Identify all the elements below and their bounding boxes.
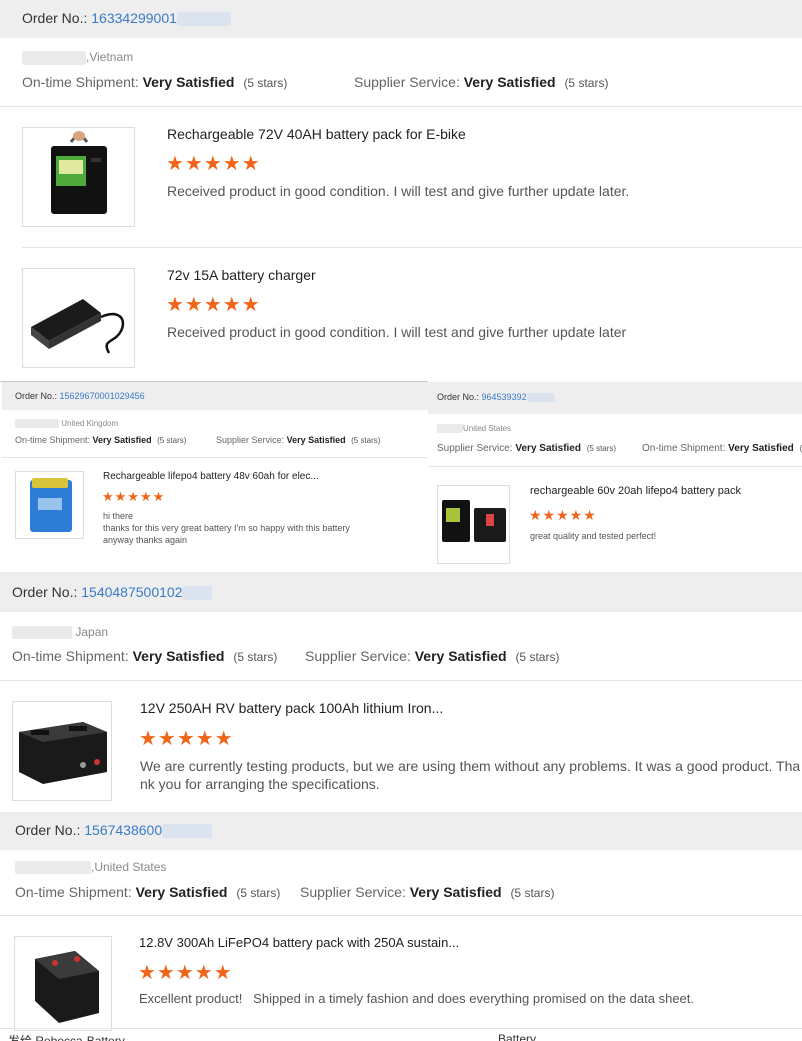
product-title[interactable]: Rechargeable lifepo4 battery 48v 60ah fo… <box>103 471 319 482</box>
order-info-5: Order No.: 1567438600 <box>15 822 213 839</box>
review-text: great quality and tested perfect! <box>530 531 657 541</box>
battery-pack-icon <box>30 478 72 532</box>
charger-icon <box>31 299 125 354</box>
redacted-name <box>15 419 59 429</box>
product-thumbnail[interactable] <box>22 268 135 368</box>
product-title[interactable]: 12V 250AH RV battery pack 100Ah lithium … <box>140 700 443 716</box>
order-label: Order No.: <box>22 10 88 26</box>
divider <box>0 1028 802 1029</box>
order-number-link[interactable]: 964539392 <box>482 392 527 402</box>
redacted-name <box>437 424 463 434</box>
battery-pack-icon <box>442 500 506 542</box>
battery-pack-icon <box>19 722 107 784</box>
product-title[interactable]: Rechargeable 72V 40AH battery pack for E… <box>167 126 466 142</box>
redacted-name <box>12 626 72 640</box>
product-title[interactable]: 72v 15A battery charger <box>167 267 316 283</box>
buyer-country: ,United States <box>15 860 166 875</box>
order-info-1: Order No.: 16334299001 <box>22 10 231 27</box>
product-thumbnail[interactable] <box>12 701 112 801</box>
buyer-country: United Kingdom <box>15 419 118 429</box>
product-thumbnail[interactable] <box>14 936 112 1031</box>
order-info-2: Order No.: 15629670001029456 <box>15 391 145 401</box>
divider <box>0 680 802 681</box>
star-rating: ★★★★★ <box>102 489 166 504</box>
redacted-name <box>22 50 86 65</box>
star-rating: ★★★★★ <box>529 507 597 523</box>
buyer-country: United States <box>437 424 511 434</box>
rating-row-3: Supplier Service: Very Satisfied (5 star… <box>437 443 617 454</box>
review-text: hi there thanks for this very great batt… <box>103 511 350 545</box>
service-row-2: Supplier Service: Very Satisfied (5 star… <box>216 435 381 445</box>
product-title[interactable]: 12.8V 300Ah LiFePO4 battery pack with 25… <box>139 935 459 950</box>
star-rating: ★★★★★ <box>138 962 233 984</box>
star-rating: ★★★★★ <box>139 728 234 750</box>
service-row-4: Supplier Service: Very Satisfied (5 star… <box>305 648 560 664</box>
product-thumbnail[interactable] <box>437 485 510 564</box>
rating-row-2: On-time Shipment: Very Satisfied (5 star… <box>15 435 187 445</box>
star-rating: ★★★★★ <box>166 153 261 175</box>
product-thumbnail[interactable] <box>15 471 84 539</box>
redacted-block <box>182 586 213 601</box>
order-info-4: Order No.: 1540487500102 <box>12 584 213 601</box>
product-thumbnail[interactable] <box>22 127 135 227</box>
divider <box>2 457 428 458</box>
divider <box>428 466 802 467</box>
review-text: Received product in good condition. I wi… <box>167 183 630 199</box>
redacted-block <box>526 393 555 403</box>
redacted-name <box>15 861 91 875</box>
order-number-link[interactable]: 1567438600 <box>84 822 162 838</box>
redacted-block <box>176 12 231 27</box>
review-text: Received product in good condition. I wi… <box>167 324 627 340</box>
order-number-link[interactable]: 15629670001029456 <box>60 391 145 401</box>
buyer-country: Japan <box>12 625 108 640</box>
divider <box>0 915 802 916</box>
redacted-block <box>162 824 213 839</box>
order-number-link[interactable]: 16334299001 <box>91 10 177 26</box>
review-text: We are currently testing products, but w… <box>140 758 801 792</box>
service-row-5: Supplier Service: Very Satisfied (5 star… <box>300 884 555 900</box>
star-rating: ★★★★★ <box>166 294 261 316</box>
review-text: Excellent product! Shipped in a timely f… <box>139 991 695 1006</box>
order-info-3: Order No.: 964539392 <box>437 392 555 403</box>
rating-row-4: On-time Shipment: Very Satisfied (5 star… <box>12 648 278 664</box>
divider <box>22 247 802 248</box>
footer-battery-label: Battery <box>498 1032 537 1041</box>
service-row-3: On-time Shipment: Very Satisfied (5 <box>642 443 802 454</box>
footer-send-label: 发给 Rebecca-Battery <box>8 1034 125 1041</box>
buyer-country: ,Vietnam <box>22 50 133 65</box>
service-row-1: Supplier Service: Very Satisfied (5 star… <box>354 74 609 90</box>
order-number-link[interactable]: 1540487500102 <box>81 584 182 600</box>
divider <box>0 106 802 107</box>
battery-pack-icon <box>35 951 99 1023</box>
product-title[interactable]: rechargeable 60v 20ah lifepo4 battery pa… <box>530 485 741 497</box>
battery-pack-icon <box>51 131 107 214</box>
rating-row-5: On-time Shipment: Very Satisfied (5 star… <box>15 884 281 900</box>
rating-row-1: On-time Shipment: Very Satisfied (5 star… <box>22 74 288 90</box>
